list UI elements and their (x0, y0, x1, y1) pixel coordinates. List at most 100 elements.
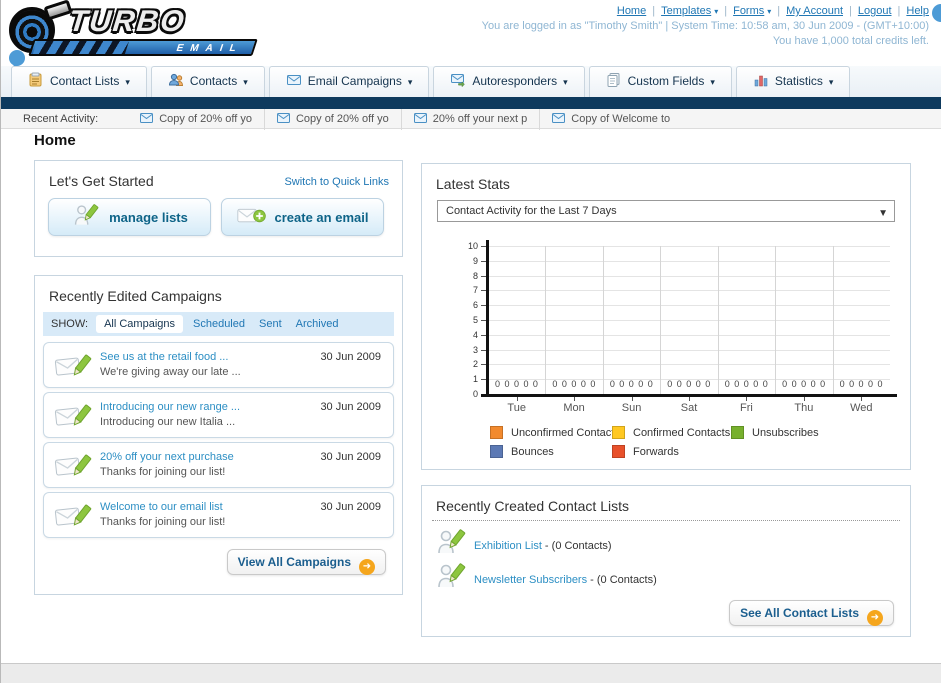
recent-activity-item[interactable]: Copy of 20% off yo (263, 109, 401, 130)
data-label-zero: 0 (590, 379, 596, 389)
data-label-zero: 0 (580, 379, 586, 389)
recent-activity-item[interactable]: Copy of Welcome to (539, 109, 682, 130)
filter-sent[interactable]: Sent (259, 318, 282, 330)
see-all-contact-lists-button[interactable]: See All Contact Lists ➜ (729, 600, 894, 626)
y-axis-label: 9 (472, 255, 478, 266)
tab-contact-lists[interactable]: Contact Lists ▾ (11, 66, 147, 97)
data-label-zero: 0 (676, 379, 682, 389)
tab-autoresponders[interactable]: Autoresponders ▾ (433, 66, 585, 97)
campaign-item[interactable]: 20% off your next purchase Thanks for joi… (43, 442, 394, 488)
create-an-email-button[interactable]: create an email (221, 198, 384, 236)
contact-list-item[interactable]: Newsletter Subscribers - (0 Contacts) (436, 562, 657, 592)
campaign-item[interactable]: See us at the retail food ... We're givin… (43, 342, 394, 388)
envelope-icon (140, 110, 154, 130)
gridline-h (488, 320, 890, 321)
recent-activity-item[interactable]: 20% off your next p (400, 109, 540, 130)
stats-period-select[interactable]: Contact Activity for the Last 7 Days ▼ (437, 200, 895, 222)
stats-period-value: Contact Activity for the Last 7 Days (446, 205, 617, 217)
credits-text: You have 1,000 total credits left. (772, 35, 929, 47)
chevron-down-icon: ▾ (767, 7, 772, 16)
data-label-zero: 0 (782, 379, 788, 389)
contact-list-link[interactable]: Newsletter Subscribers (474, 574, 587, 586)
contact-lists-panel: Recently Created Contact Lists Exhibitio… (421, 485, 911, 637)
dotted-divider (432, 520, 900, 521)
view-all-campaigns-button[interactable]: View All Campaigns ➜ (226, 549, 386, 575)
contact-lists-title: Recently Created Contact Lists (436, 498, 629, 514)
nav-separator: | (777, 5, 781, 17)
y-axis-label: 7 (472, 285, 478, 296)
contact-list-count: - (0 Contacts) (587, 574, 657, 586)
data-label-zero: 0 (647, 379, 653, 389)
recent-activity-item[interactable]: Copy of 20% off yo (128, 109, 264, 130)
switch-to-quick-links[interactable]: Switch to Quick Links (284, 176, 389, 188)
create-email-label: create an email (274, 209, 369, 225)
x-tick (574, 397, 576, 401)
nav-link-help[interactable]: Help (906, 5, 929, 17)
navy-divider-bar (1, 97, 941, 109)
email-campaigns-icon (286, 70, 302, 99)
legend-item-unsubscribes: Unsubscribes (731, 426, 819, 439)
latest-stats-title: Latest Stats (436, 176, 510, 192)
gridline-v (717, 246, 719, 394)
nav-separator: | (724, 5, 728, 17)
tab-custom-fields[interactable]: Custom Fields ▾ (588, 66, 732, 97)
tab-label: Contact Lists (50, 74, 120, 88)
help-bubble-icon[interactable] (932, 4, 941, 22)
contact-lists-icon (28, 70, 44, 99)
gridline-v (775, 246, 777, 394)
y-axis-label: 10 (467, 241, 478, 251)
chevron-down-icon: ▾ (563, 77, 568, 87)
campaign-title-link[interactable]: See us at the retail food ... (100, 351, 228, 363)
tab-statistics[interactable]: Statistics ▾ (735, 66, 851, 97)
envelope-icon (552, 110, 566, 130)
recent-activity-item-label: Copy of Welcome to (571, 113, 671, 125)
tab-label: Contacts (189, 74, 238, 88)
campaign-subtitle: Introducing our new Italia ... (100, 416, 236, 428)
tab-label: Autoresponders (472, 74, 558, 88)
nav-link-templates[interactable]: Templates ▾ (661, 5, 718, 17)
x-axis-label: Mon (563, 402, 585, 414)
nav-link-my-account[interactable]: My Account (786, 5, 843, 17)
tab-label: Custom Fields (627, 74, 705, 88)
y-axis-label: 1 (472, 374, 478, 385)
gridline-h (488, 305, 890, 307)
page-footer (1, 663, 941, 683)
campaign-item[interactable]: Introducing our new range ... Introducing… (43, 392, 394, 438)
nav-link-home[interactable]: Home (617, 5, 646, 17)
campaign-title-link[interactable]: Welcome to our email list (100, 501, 223, 513)
campaign-filter-bar: SHOW: All Campaigns Scheduled Sent Archived (43, 312, 394, 336)
x-tick (516, 397, 518, 401)
contact-list-item[interactable]: Exhibition List - (0 Contacts) (436, 528, 612, 558)
data-label-zero: 0 (724, 379, 730, 389)
x-axis-label: Sat (680, 402, 698, 414)
nav-link-logout[interactable]: Logout (858, 5, 892, 17)
data-label-zero: 0 (810, 379, 816, 389)
legend-swatch (612, 426, 625, 439)
data-label-zero: 0 (839, 379, 845, 389)
filter-scheduled[interactable]: Scheduled (193, 318, 245, 330)
contact-list-link[interactable]: Exhibition List (474, 540, 542, 552)
chevron-down-icon: ▼ (878, 208, 888, 219)
filter-archived[interactable]: Archived (296, 318, 339, 330)
nav-separator: | (652, 5, 656, 17)
campaign-title-link[interactable]: 20% off your next purchase (100, 451, 234, 463)
x-axis-label: Sun (621, 402, 642, 414)
y-axis-label: 4 (472, 329, 478, 340)
campaigns-panel: Recently Edited Campaigns SHOW: All Campa… (34, 275, 403, 595)
campaign-item[interactable]: Welcome to our email list Thanks for join… (43, 492, 394, 538)
tab-email-campaigns[interactable]: Email Campaigns ▾ (268, 66, 430, 99)
turbo-email-logo[interactable]: TURBO EMAIL (7, 0, 269, 59)
manage-lists-button[interactable]: manage lists (48, 198, 211, 236)
nav-link-forms[interactable]: Forms ▾ (733, 5, 771, 17)
x-tick (861, 397, 863, 401)
data-label-zero: 0 (609, 379, 615, 389)
campaign-title-link[interactable]: Introducing our new range ... (100, 401, 240, 413)
arrow-circle-icon: ➜ (867, 610, 883, 626)
campaign-date: 30 Jun 2009 (320, 351, 381, 363)
data-label-zero: 0 (743, 379, 749, 389)
show-label: SHOW: (51, 318, 89, 330)
legend-swatch (490, 426, 503, 439)
tab-contacts[interactable]: Contacts ▾ (150, 66, 265, 97)
view-all-campaigns-label: View All Campaigns (237, 555, 351, 569)
filter-all-campaigns[interactable]: All Campaigns (96, 315, 183, 333)
